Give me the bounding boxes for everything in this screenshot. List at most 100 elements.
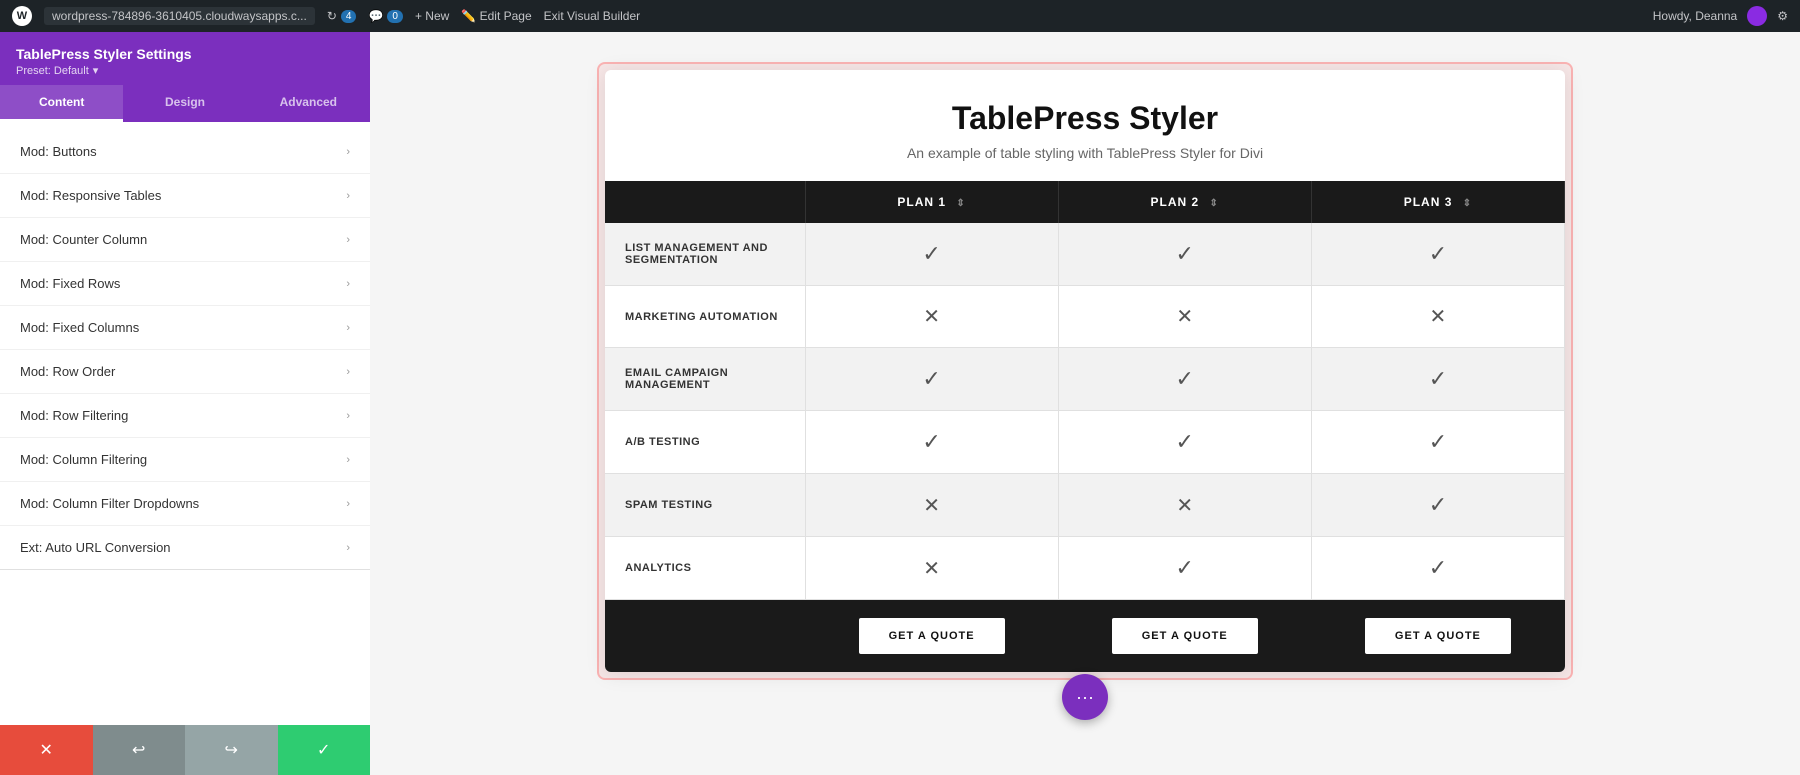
save-button[interactable]: ✓: [278, 725, 371, 775]
topbar: W wordpress-784896-3610405.cloudwaysapps…: [0, 0, 1800, 32]
chevron-icon: ›: [346, 234, 350, 246]
feature-cell: ANALYTICS: [605, 537, 805, 600]
plan3-cell: ✓: [1311, 411, 1564, 474]
topbar-left: W wordpress-784896-3610405.cloudwaysapps…: [12, 6, 1637, 26]
plan2-cell: ✕: [1058, 286, 1311, 348]
plan1-cell: ✕: [805, 286, 1058, 348]
chevron-icon: ›: [346, 454, 350, 466]
chevron-icon: ›: [346, 146, 350, 158]
plan3-cell: ✓: [1311, 223, 1564, 286]
sidebar-item-2[interactable]: Mod: Counter Column›: [0, 218, 370, 262]
howdy-text: Howdy, Deanna: [1653, 9, 1738, 23]
chevron-icon: ›: [346, 278, 350, 290]
col-header-plan1: PLAN 1 ⇕: [805, 181, 1058, 223]
col-header-plan3: PLAN 3 ⇕: [1311, 181, 1564, 223]
footer-cell-plan3: GET A QUOTE: [1311, 600, 1564, 673]
sidebar-preset[interactable]: Preset: Default ▾: [16, 64, 354, 77]
sort-icon-plan2: ⇕: [1210, 198, 1219, 209]
col-header-plan2: PLAN 2 ⇕: [1058, 181, 1311, 223]
exit-vb-button[interactable]: Exit Visual Builder: [544, 9, 641, 23]
comparison-table: PLAN 1 ⇕ PLAN 2 ⇕ PLAN 3 ⇕: [605, 181, 1565, 672]
table-row: MARKETING AUTOMATION ✕ ✕ ✕: [605, 286, 1565, 348]
feature-cell: EMAIL CAMPAIGN MANAGEMENT: [605, 348, 805, 411]
main-layout: TablePress Styler Settings Preset: Defau…: [0, 32, 1800, 775]
footer-cell-plan1: GET A QUOTE: [805, 600, 1058, 673]
tp-subtitle: An example of table styling with TablePr…: [625, 145, 1545, 161]
plan3-cell: ✕: [1311, 286, 1564, 348]
discard-button[interactable]: ✕: [0, 725, 93, 775]
table-row: EMAIL CAMPAIGN MANAGEMENT ✓ ✓ ✓: [605, 348, 1565, 411]
feature-cell: A/B TESTING: [605, 411, 805, 474]
plan2-cell: ✓: [1058, 537, 1311, 600]
table-footer-row: GET A QUOTE GET A QUOTE GET A QUOTE: [605, 600, 1565, 673]
sidebar-bottom-toolbar: ✕ ↩ ↪ ✓: [0, 725, 370, 775]
comment-icon[interactable]: 💬 0: [368, 9, 403, 23]
sidebar-item-6[interactable]: Mod: Row Filtering›: [0, 394, 370, 438]
chevron-icon: ›: [346, 410, 350, 422]
refresh-count: 4: [341, 10, 357, 23]
get-quote-button-plan2[interactable]: GET A QUOTE: [1112, 618, 1258, 654]
table-row: LIST MANAGEMENT AND SEGMENTATION ✓ ✓ ✓: [605, 223, 1565, 286]
plan1-cell: ✕: [805, 474, 1058, 537]
table-body: LIST MANAGEMENT AND SEGMENTATION ✓ ✓ ✓ M…: [605, 223, 1565, 600]
sidebar-item-4[interactable]: Mod: Fixed Columns›: [0, 306, 370, 350]
plan1-cell: ✓: [805, 223, 1058, 286]
plan2-cell: ✕: [1058, 474, 1311, 537]
chevron-icon: ›: [346, 542, 350, 554]
edit-page-button[interactable]: ✏️ Edit Page: [461, 9, 531, 23]
tab-design[interactable]: Design: [123, 85, 246, 122]
sidebar-item-7[interactable]: Mod: Column Filtering›: [0, 438, 370, 482]
feature-cell: SPAM TESTING: [605, 474, 805, 537]
feature-cell: LIST MANAGEMENT AND SEGMENTATION: [605, 223, 805, 286]
content-area: TablePress Styler An example of table st…: [370, 32, 1800, 775]
chevron-down-icon: ▾: [93, 64, 99, 77]
sort-icon-plan3: ⇕: [1463, 198, 1472, 209]
table-row: A/B TESTING ✓ ✓ ✓: [605, 411, 1565, 474]
settings-icon[interactable]: ⚙: [1777, 9, 1788, 23]
wp-logo-icon: W: [12, 6, 32, 26]
sidebar-item-9[interactable]: Ext: Auto URL Conversion›: [0, 526, 370, 570]
sort-icon-plan1: ⇕: [956, 198, 965, 209]
tp-title: TablePress Styler: [625, 100, 1545, 137]
card-wrapper: TablePress Styler An example of table st…: [597, 62, 1573, 680]
refresh-icon[interactable]: ↻ 4: [327, 9, 357, 23]
footer-cell-empty: [605, 600, 805, 673]
table-row: SPAM TESTING ✕ ✕ ✓: [605, 474, 1565, 537]
undo-button[interactable]: ↩: [93, 725, 186, 775]
redo-button[interactable]: ↪: [185, 725, 278, 775]
sidebar-item-1[interactable]: Mod: Responsive Tables›: [0, 174, 370, 218]
feature-cell: MARKETING AUTOMATION: [605, 286, 805, 348]
col-header-feature: [605, 181, 805, 223]
sidebar-item-5[interactable]: Mod: Row Order›: [0, 350, 370, 394]
sidebar-tabs: Content Design Advanced: [0, 85, 370, 122]
get-quote-button-plan1[interactable]: GET A QUOTE: [859, 618, 1005, 654]
fab-button[interactable]: ···: [1062, 674, 1108, 720]
plan3-cell: ✓: [1311, 474, 1564, 537]
plan1-cell: ✕: [805, 537, 1058, 600]
tab-content[interactable]: Content: [0, 85, 123, 122]
tablepress-card: TablePress Styler An example of table st…: [605, 70, 1565, 672]
tab-advanced[interactable]: Advanced: [247, 85, 370, 122]
fab-icon: ···: [1076, 687, 1094, 708]
plan3-cell: ✓: [1311, 348, 1564, 411]
plan1-cell: ✓: [805, 348, 1058, 411]
get-quote-button-plan3[interactable]: GET A QUOTE: [1365, 618, 1511, 654]
sidebar-item-3[interactable]: Mod: Fixed Rows›: [0, 262, 370, 306]
footer-cell-plan2: GET A QUOTE: [1058, 600, 1311, 673]
plan2-cell: ✓: [1058, 411, 1311, 474]
sidebar-item-8[interactable]: Mod: Column Filter Dropdowns›: [0, 482, 370, 526]
comment-count: 0: [387, 10, 403, 23]
plan2-cell: ✓: [1058, 348, 1311, 411]
site-url: wordpress-784896-3610405.cloudwaysapps.c…: [44, 7, 315, 25]
sidebar-item-0[interactable]: Mod: Buttons›: [0, 130, 370, 174]
card-header: TablePress Styler An example of table st…: [605, 70, 1565, 181]
sidebar-header: TablePress Styler Settings Preset: Defau…: [0, 32, 370, 85]
topbar-right: Howdy, Deanna ⚙: [1653, 6, 1788, 26]
chevron-icon: ›: [346, 190, 350, 202]
plan3-cell: ✓: [1311, 537, 1564, 600]
table-header-row: PLAN 1 ⇕ PLAN 2 ⇕ PLAN 3 ⇕: [605, 181, 1565, 223]
table-row: ANALYTICS ✕ ✓ ✓: [605, 537, 1565, 600]
plan2-cell: ✓: [1058, 223, 1311, 286]
sidebar: TablePress Styler Settings Preset: Defau…: [0, 32, 370, 775]
new-button[interactable]: + New: [415, 9, 449, 23]
